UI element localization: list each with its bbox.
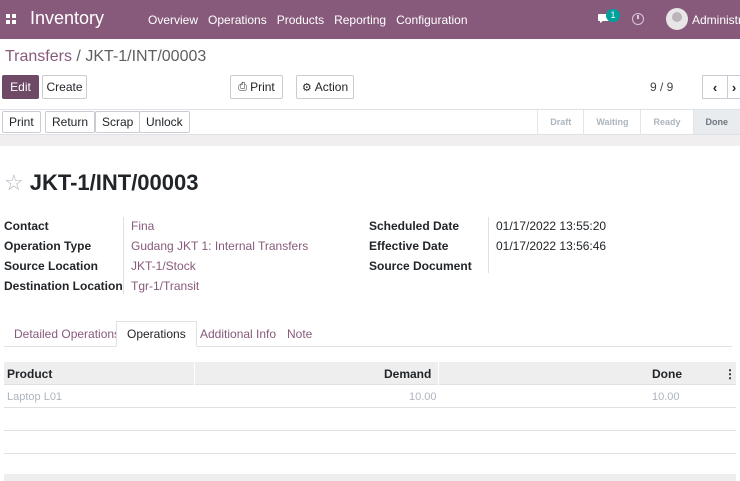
pager-next-icon[interactable]: ›: [727, 75, 740, 99]
table-footer: [4, 474, 736, 481]
menu-products[interactable]: Products: [277, 13, 324, 27]
tab-note[interactable]: Note: [287, 321, 312, 347]
star-icon[interactable]: ☆: [4, 172, 24, 194]
column-demand[interactable]: Demand: [384, 367, 431, 381]
tab-additional-info[interactable]: Additional Info: [200, 321, 276, 347]
notebook-tabs: Detailed Operations Operations Additiona…: [4, 321, 732, 347]
sheet-background-band: [0, 135, 740, 146]
column-options-icon[interactable]: ⋮: [724, 367, 736, 381]
activity-clock-icon[interactable]: [632, 13, 644, 25]
source-location-label: Source Location: [4, 259, 99, 273]
status-print-button[interactable]: Print: [2, 111, 41, 133]
column-separator: [194, 362, 195, 385]
stage-waiting: Waiting: [583, 110, 640, 134]
source-document-label: Source Document: [369, 259, 472, 273]
create-button[interactable]: Create: [42, 75, 87, 99]
stage-done: Done: [692, 110, 740, 134]
row-done: 10.00: [652, 391, 680, 403]
stage-bar: Draft Waiting Ready Done: [537, 110, 740, 134]
menu-operations[interactable]: Operations: [208, 13, 267, 27]
operation-type-value[interactable]: Gudang JKT 1: Internal Transfers: [131, 239, 308, 253]
destination-location-label: Destination Location: [4, 279, 123, 293]
stage-draft: Draft: [537, 110, 583, 134]
tab-operations[interactable]: Operations: [116, 321, 197, 347]
main-menu: Overview Operations Products Reporting C…: [148, 13, 478, 27]
print-button-label: Print: [250, 80, 275, 94]
scrap-button[interactable]: Scrap: [95, 111, 141, 133]
breadcrumb-separator: /: [71, 48, 86, 65]
breadcrumb-parent[interactable]: Transfers: [5, 48, 72, 65]
chat-badge: 1: [606, 9, 620, 22]
app-name[interactable]: Inventory: [30, 8, 104, 29]
contact-label: Contact: [4, 219, 49, 233]
table-header: Product Demand Done ⋮: [4, 362, 736, 385]
top-navbar: Inventory Overview Operations Products R…: [0, 0, 740, 39]
empty-row: [4, 431, 736, 454]
tab-detailed-operations[interactable]: Detailed Operations: [14, 321, 120, 347]
user-avatar[interactable]: [666, 8, 688, 30]
status-bar: Print Return Scrap Unlock Draft Waiting …: [0, 109, 740, 135]
table-row[interactable]: Laptop L01 10.00 10.00: [4, 385, 736, 408]
printer-icon: ⎙: [238, 80, 248, 93]
right-field-separator: [488, 217, 489, 273]
stage-ready: Ready: [640, 110, 692, 134]
pager-previous-icon[interactable]: ‹: [702, 75, 728, 99]
edit-button[interactable]: Edit: [2, 75, 39, 99]
effective-date-label: Effective Date: [369, 239, 449, 253]
source-location-value[interactable]: JKT-1/Stock: [131, 259, 196, 273]
record-title-row: ☆ JKT-1/INT/00003: [4, 170, 198, 196]
operations-table: Product Demand Done ⋮ Laptop L01 10.00 1…: [4, 362, 736, 454]
user-name[interactable]: Administrat: [692, 13, 740, 27]
destination-location-value[interactable]: Tgr-1/Transit: [131, 279, 199, 293]
menu-overview[interactable]: Overview: [148, 13, 198, 27]
print-button[interactable]: ⎙ Print: [230, 75, 283, 99]
empty-row: [4, 408, 736, 431]
left-field-separator: [123, 217, 124, 295]
row-product: Laptop L01: [7, 391, 63, 403]
breadcrumb-current: JKT-1/INT/00003: [85, 48, 207, 65]
row-demand: 10.00: [409, 391, 437, 403]
return-button[interactable]: Return: [45, 111, 96, 133]
unlock-button[interactable]: Unlock: [139, 111, 190, 133]
menu-reporting[interactable]: Reporting: [334, 13, 386, 27]
record-title: JKT-1/INT/00003: [29, 170, 199, 195]
scheduled-date-value: 01/17/2022 13:55:20: [496, 219, 607, 233]
breadcrumb: Transfers / JKT-1/INT/00003: [5, 48, 206, 66]
column-done[interactable]: Done: [652, 367, 682, 381]
action-button[interactable]: ⚙ Action: [296, 75, 354, 99]
effective-date-value: 01/17/2022 13:56:46: [496, 239, 607, 253]
pager-value[interactable]: 9 / 9: [650, 80, 673, 94]
apps-menu-icon[interactable]: [6, 14, 16, 24]
gear-icon: ⚙: [301, 81, 312, 94]
column-product[interactable]: Product: [7, 367, 52, 381]
operation-type-label: Operation Type: [4, 239, 92, 253]
action-button-label: Action: [314, 80, 349, 94]
scheduled-date-label: Scheduled Date: [369, 219, 460, 233]
menu-configuration[interactable]: Configuration: [396, 13, 467, 27]
column-separator: [438, 362, 439, 385]
contact-value[interactable]: Fina: [131, 219, 154, 233]
